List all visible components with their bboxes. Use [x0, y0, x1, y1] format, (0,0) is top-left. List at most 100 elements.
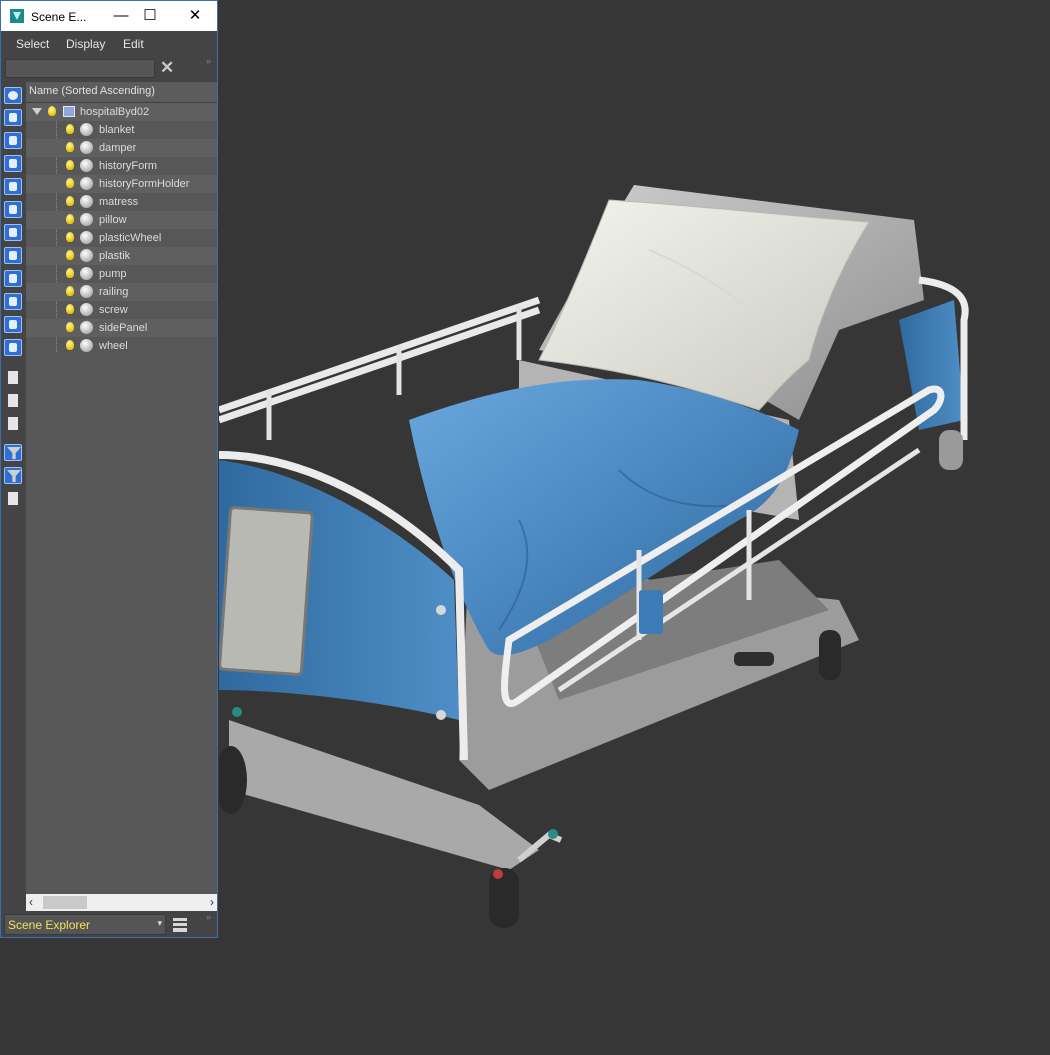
tree-row[interactable]: blanket: [26, 121, 217, 139]
visibility-bulb-icon[interactable]: [66, 160, 74, 170]
geometry-sphere-icon: [80, 213, 93, 226]
tree-item-label: wheel: [99, 340, 128, 352]
geometry-sphere-icon: [80, 285, 93, 298]
details-icon[interactable]: [4, 415, 22, 432]
visibility-bulb-icon[interactable]: [66, 340, 74, 350]
tree-item-label: blanket: [99, 124, 135, 136]
tree-item-label: hospitalByd02: [80, 106, 150, 118]
tree-row[interactable]: historyFormHolder: [26, 175, 217, 193]
geometry-sphere-icon: [80, 321, 93, 334]
visibility-bulb-icon[interactable]: [66, 124, 74, 134]
tree-item-label: pillow: [99, 214, 127, 226]
visibility-bulb-icon[interactable]: [66, 196, 74, 206]
layer-display-icon[interactable]: [4, 490, 22, 507]
visibility-bulb-icon[interactable]: [66, 232, 74, 242]
window-title: Scene E...: [31, 10, 87, 24]
close-button[interactable]: ✕: [185, 6, 205, 26]
filter-options-icon[interactable]: [4, 467, 22, 484]
tree-row[interactable]: railing: [26, 283, 217, 301]
shapes-filter-icon[interactable]: [4, 178, 22, 195]
chevron-down-icon: ▾: [157, 918, 162, 928]
layers-icon[interactable]: [173, 918, 187, 932]
more-tools-icon[interactable]: »: [206, 56, 211, 66]
tree-row[interactable]: plastik: [26, 247, 217, 265]
filter-icon[interactable]: [4, 444, 22, 461]
visibility-bulb-icon[interactable]: [66, 304, 74, 314]
tree-row[interactable]: damper: [26, 139, 217, 157]
tree-row[interactable]: pillow: [26, 211, 217, 229]
tree-root-row[interactable]: hospitalByd02: [26, 103, 217, 121]
clear-search-icon[interactable]: ✕: [160, 59, 174, 77]
explorer-dropdown-value: Scene Explorer: [8, 918, 91, 932]
geometry-sphere-icon: [80, 123, 93, 136]
tree-row[interactable]: matress: [26, 193, 217, 211]
tree-row[interactable]: pump: [26, 265, 217, 283]
3dsmax-app-icon: [10, 9, 24, 23]
geometry-sphere-icon: [80, 195, 93, 208]
bottom-bar: Scene Explorer ▾ »: [1, 912, 217, 937]
menu-select[interactable]: Select: [16, 37, 49, 51]
tree-row[interactable]: plasticWheel: [26, 229, 217, 247]
tree-item-label: damper: [99, 142, 137, 154]
wheel: [489, 868, 519, 928]
name-column-header[interactable]: Name (Sorted Ascending): [26, 82, 217, 103]
maximize-button[interactable]: ☐: [140, 6, 160, 26]
geometry-sphere-icon: [80, 249, 93, 262]
tree-item-label: sidePanel: [99, 322, 148, 334]
tree-row[interactable]: screw: [26, 301, 217, 319]
display-all-icon[interactable]: [4, 109, 22, 126]
page-icon[interactable]: [4, 392, 22, 409]
helpers-filter-icon[interactable]: [4, 247, 22, 264]
visibility-bulb-icon[interactable]: [66, 214, 74, 224]
tree-row[interactable]: sidePanel: [26, 319, 217, 337]
pump: [639, 590, 663, 634]
tree-row[interactable]: historyForm: [26, 157, 217, 175]
wheel-base: [939, 430, 963, 470]
scroll-left-icon[interactable]: ‹: [29, 895, 33, 909]
spacewarps-filter-icon[interactable]: [4, 270, 22, 287]
visibility-bulb-icon[interactable]: [66, 322, 74, 332]
menu-bar: Select Display Edit: [1, 31, 217, 56]
tree-item-label: plasticWheel: [99, 232, 162, 244]
wheel: [819, 630, 841, 680]
tree-item-label: historyFormHolder: [99, 178, 190, 190]
display-none-icon[interactable]: [4, 87, 22, 104]
menu-display[interactable]: Display: [66, 37, 105, 51]
groups-filter-icon[interactable]: [4, 293, 22, 310]
list-view-icon[interactable]: [4, 369, 22, 386]
tree-item-label: historyForm: [99, 160, 158, 172]
scrollbar-thumb[interactable]: [43, 896, 87, 909]
geometry-filter-icon[interactable]: [4, 155, 22, 172]
horizontal-scrollbar[interactable]: ‹ ›: [26, 894, 217, 911]
search-input[interactable]: [5, 59, 155, 78]
title-bar[interactable]: Scene E... — ☐ ✕: [1, 1, 217, 31]
scroll-right-icon[interactable]: ›: [210, 895, 214, 909]
geometry-sphere-icon: [80, 267, 93, 280]
group-icon: [63, 106, 75, 117]
display-invert-icon[interactable]: [4, 132, 22, 149]
tree-row[interactable]: wheel: [26, 337, 217, 355]
minimize-button[interactable]: —: [111, 6, 131, 26]
tree-item-label: screw: [99, 304, 128, 316]
3d-viewport[interactable]: [215, 0, 1050, 1050]
more-tools-icon[interactable]: »: [206, 912, 211, 922]
column-header-label: Name (Sorted Ascending): [29, 85, 155, 97]
visibility-bulb-icon[interactable]: [66, 268, 74, 278]
visibility-bulb-icon[interactable]: [66, 142, 74, 152]
bones-filter-icon[interactable]: [4, 339, 22, 356]
lights-filter-icon[interactable]: [4, 201, 22, 218]
geometry-sphere-icon: [80, 303, 93, 316]
visibility-bulb-icon[interactable]: [66, 178, 74, 188]
menu-edit[interactable]: Edit: [123, 37, 144, 51]
explorer-dropdown[interactable]: Scene Explorer ▾: [4, 914, 166, 935]
geometry-sphere-icon: [80, 159, 93, 172]
xrefs-filter-icon[interactable]: [4, 316, 22, 333]
cameras-filter-icon[interactable]: [4, 224, 22, 241]
expand-collapse-icon[interactable]: [32, 108, 42, 115]
visibility-bulb-icon[interactable]: [66, 250, 74, 260]
search-bar: ✕ »: [1, 56, 217, 81]
geometry-sphere-icon: [80, 141, 93, 154]
left-toolbar: [1, 82, 25, 912]
visibility-bulb-icon[interactable]: [48, 106, 56, 116]
visibility-bulb-icon[interactable]: [66, 286, 74, 296]
